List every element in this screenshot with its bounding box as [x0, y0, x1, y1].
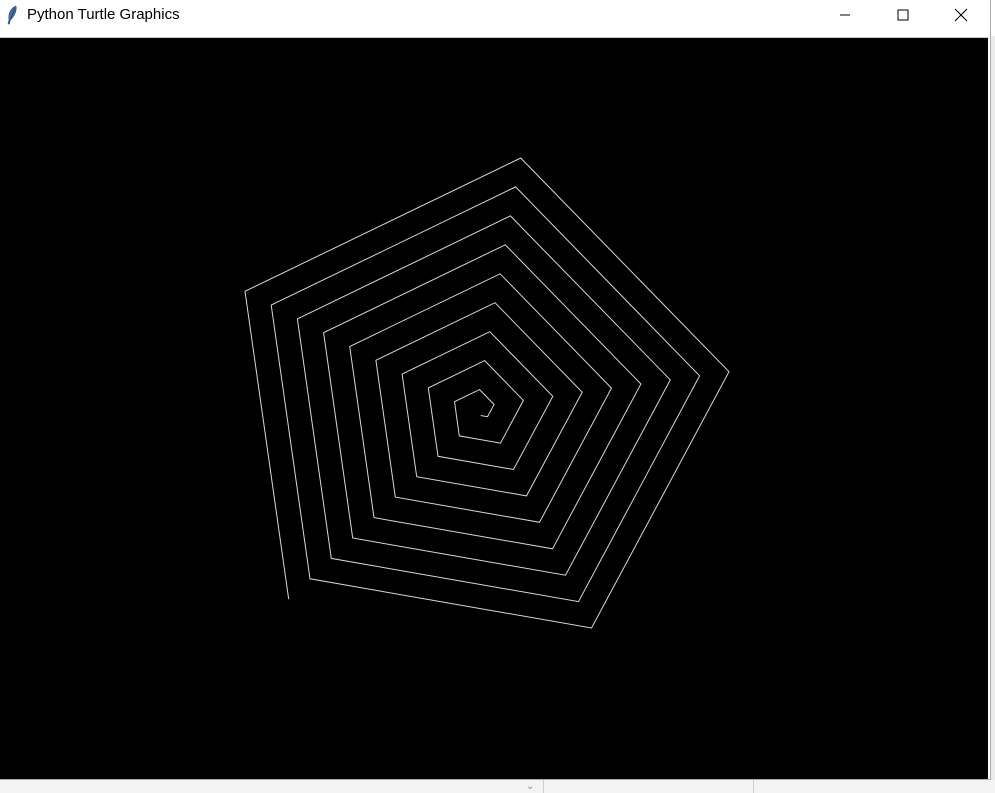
turtle-canvas[interactable]	[0, 37, 988, 779]
minimize-icon	[840, 14, 850, 16]
close-button[interactable]	[932, 0, 990, 30]
pentagon-spiral-drawing	[244, 157, 730, 629]
title-bar[interactable]: Python Turtle Graphics	[0, 0, 990, 30]
close-icon	[954, 8, 968, 22]
maximize-icon	[897, 9, 909, 21]
minimize-button[interactable]	[816, 0, 874, 30]
spiral-path	[244, 157, 730, 629]
background-status-strip	[0, 779, 995, 793]
turtle-window: Python Turtle Graphics	[0, 0, 991, 780]
window-title: Python Turtle Graphics	[27, 6, 180, 23]
maximize-button[interactable]	[874, 0, 932, 30]
divider	[753, 780, 754, 793]
chevron-down-icon[interactable]: ⌄	[526, 781, 534, 793]
divider	[543, 780, 544, 793]
feather-icon	[5, 5, 19, 25]
background-scrollbar	[991, 36, 995, 780]
